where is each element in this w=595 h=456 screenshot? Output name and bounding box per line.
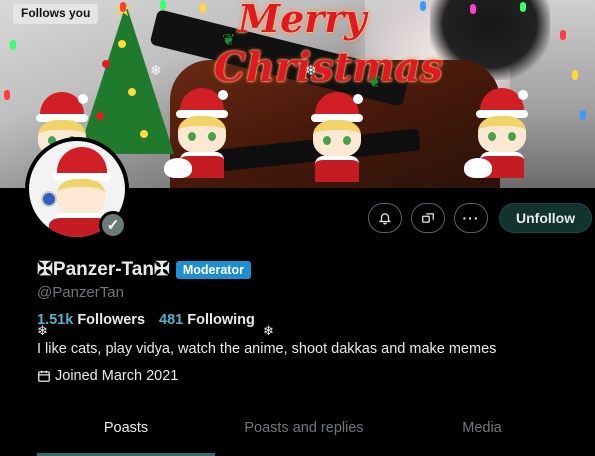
name-row: ✠Panzer-Tan✠ Moderator <box>37 258 251 281</box>
snowflake-icon: ❄ <box>305 62 317 78</box>
ornament <box>96 112 104 120</box>
chibi-santa <box>305 92 365 182</box>
followers-link[interactable]: 1.51k Followers <box>37 312 145 328</box>
tab-poasts-and-replies[interactable]: Poasts and replies <box>215 408 393 456</box>
message-button[interactable] <box>411 203 445 233</box>
following-label: Following <box>187 312 255 328</box>
tab-media[interactable]: Media <box>393 408 571 456</box>
moderator-badge: Moderator <box>175 260 251 279</box>
christmas-tree <box>78 4 174 154</box>
chibi-santa <box>464 88 530 178</box>
holly-icon: ❦ <box>368 74 382 91</box>
follow-stats: 1.51k Followers 481 Following <box>37 312 255 328</box>
ornament <box>128 88 136 96</box>
unfollow-button[interactable]: Unfollow <box>499 203 593 233</box>
joined-text: Joined March 2021 <box>55 368 179 384</box>
tab-poasts[interactable]: Poasts <box>37 408 215 456</box>
snowflake-icon: ❄ <box>37 323 48 338</box>
profile-tabs: Poasts Poasts and replies Media <box>37 408 571 456</box>
chibi-santa <box>164 88 230 178</box>
merry-text: Merry <box>238 0 367 41</box>
bell-icon <box>378 213 392 225</box>
notify-button[interactable] <box>368 203 402 233</box>
verified-check-icon: ✓ <box>99 211 127 239</box>
more-button[interactable]: ··· <box>454 203 488 233</box>
follows-you-badge: Follows you <box>13 4 99 24</box>
joined-date: Joined March 2021 <box>37 368 178 384</box>
followers-label: Followers <box>77 312 146 328</box>
calendar-icon <box>38 370 50 382</box>
christmas-text: Christmas <box>214 44 443 91</box>
chat-icon <box>422 213 434 223</box>
following-link[interactable]: 481 Following <box>159 312 255 328</box>
ellipsis-icon: ··· <box>462 210 480 226</box>
ornament <box>102 60 110 68</box>
holly-icon: ❦ <box>222 32 236 49</box>
profile-actions: ··· Unfollow <box>368 203 593 233</box>
display-name: ✠Panzer-Tan✠ <box>37 259 170 280</box>
user-handle: @PanzerTan <box>37 284 124 301</box>
profile-bio: I like cats, play vidya, watch the anime… <box>37 341 497 357</box>
snowflake-icon: ❄ <box>263 323 274 338</box>
following-count: 481 <box>159 312 184 328</box>
ornament <box>140 130 148 138</box>
snowflake-icon: ❄ <box>150 62 162 78</box>
ornament <box>118 40 126 48</box>
